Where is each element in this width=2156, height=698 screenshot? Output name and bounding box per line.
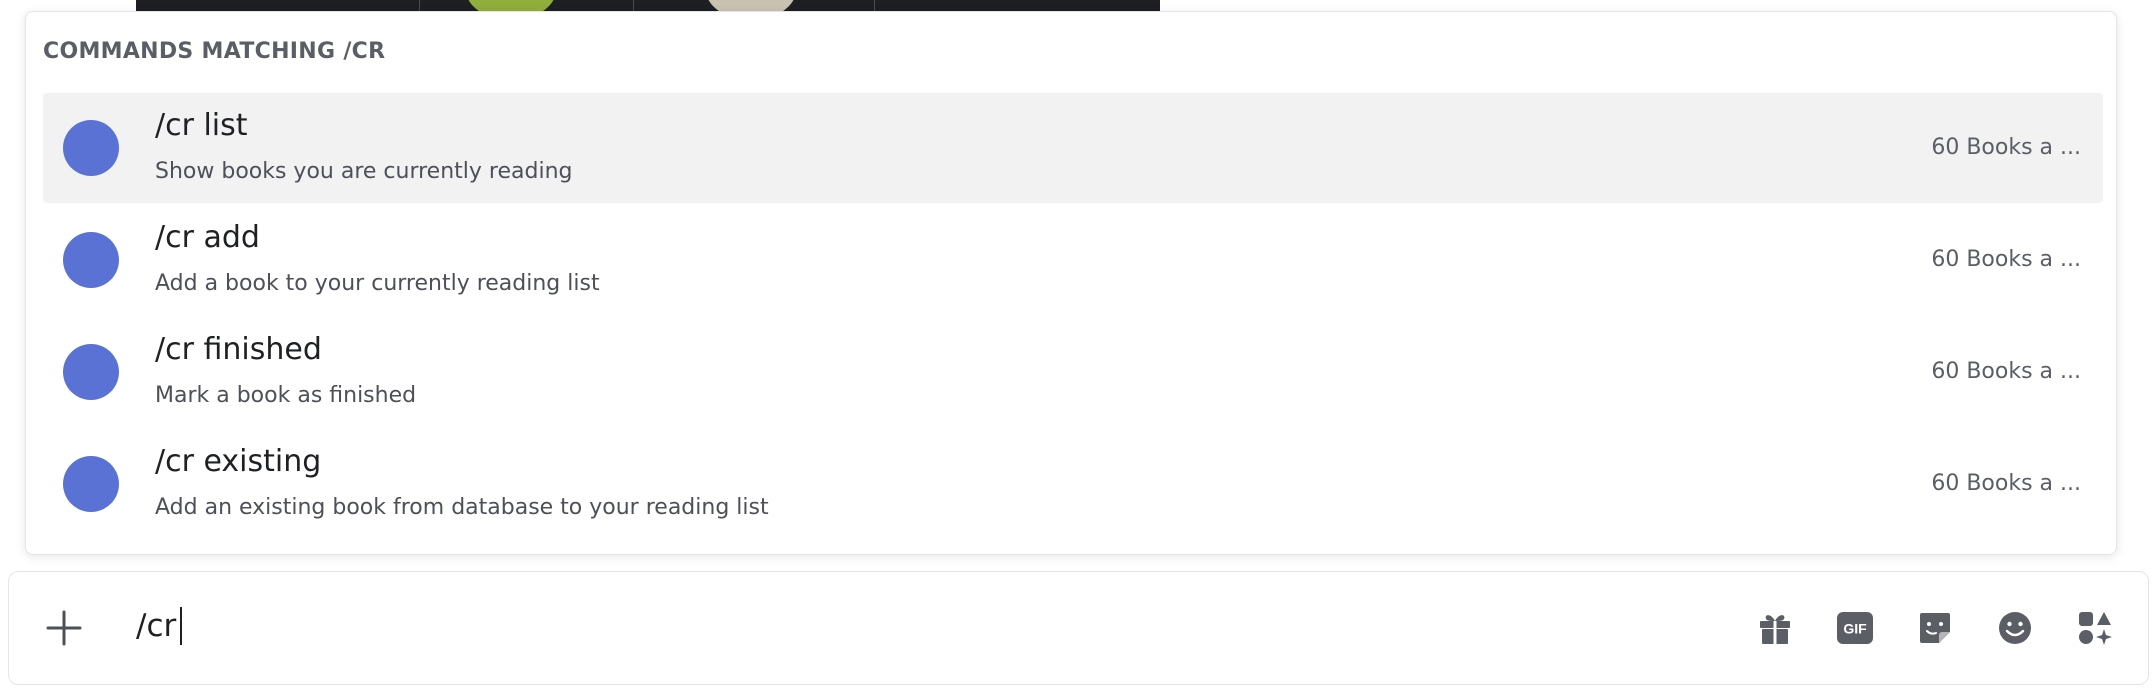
emoji-button[interactable] — [1995, 608, 2035, 648]
command-source-app: 60 Books a ... — [1931, 359, 2081, 384]
command-option-cr-list[interactable]: /cr list Show books you are currently re… — [43, 93, 2103, 203]
command-name: /cr list — [155, 108, 248, 143]
command-description: Show books you are currently reading — [155, 159, 573, 184]
autocomplete-header: COMMANDS MATCHING /CR — [43, 39, 386, 64]
message-input-text: /cr — [136, 608, 177, 644]
message-composer: /cr GIF — [8, 571, 2149, 685]
command-source-app: 60 Books a ... — [1931, 247, 2081, 272]
message-input[interactable]: /cr — [136, 607, 183, 645]
app-avatar-icon — [63, 456, 119, 512]
sticker-icon — [1920, 613, 1950, 643]
command-name: /cr add — [155, 220, 260, 255]
app-avatar-icon — [63, 232, 119, 288]
command-autocomplete-popup: COMMANDS MATCHING /CR /cr list Show book… — [25, 11, 2117, 555]
gift-icon — [1760, 615, 1790, 644]
command-option-cr-add[interactable]: /cr add Add a book to your currently rea… — [43, 205, 2103, 315]
gift-button[interactable] — [1755, 608, 1795, 648]
command-name: /cr finished — [155, 332, 322, 367]
command-source-app: 60 Books a ... — [1931, 135, 2081, 160]
command-name: /cr existing — [155, 444, 322, 479]
emoji-icon — [1999, 612, 2031, 644]
command-description: Add a book to your currently reading lis… — [155, 271, 600, 296]
apps-button[interactable] — [2075, 608, 2115, 648]
command-description: Mark a book as finished — [155, 383, 417, 408]
command-option-cr-finished[interactable]: /cr finished Mark a book as finished 60 … — [43, 317, 2103, 427]
gif-icon: GIF — [1837, 612, 1873, 644]
gif-button[interactable]: GIF — [1835, 608, 1875, 648]
command-option-cr-existing[interactable]: /cr existing Add an existing book from d… — [43, 429, 2103, 539]
command-source-app: 60 Books a ... — [1931, 471, 2081, 496]
plus-icon — [46, 610, 82, 646]
apps-icon — [2079, 612, 2112, 645]
app-avatar-icon — [63, 120, 119, 176]
sticker-button[interactable] — [1915, 608, 1955, 648]
command-description: Add an existing book from database to yo… — [155, 495, 769, 520]
app-avatar-icon — [63, 344, 119, 400]
gif-icon-label: GIF — [1843, 621, 1867, 637]
text-caret — [180, 607, 183, 645]
attach-button[interactable] — [44, 608, 84, 648]
